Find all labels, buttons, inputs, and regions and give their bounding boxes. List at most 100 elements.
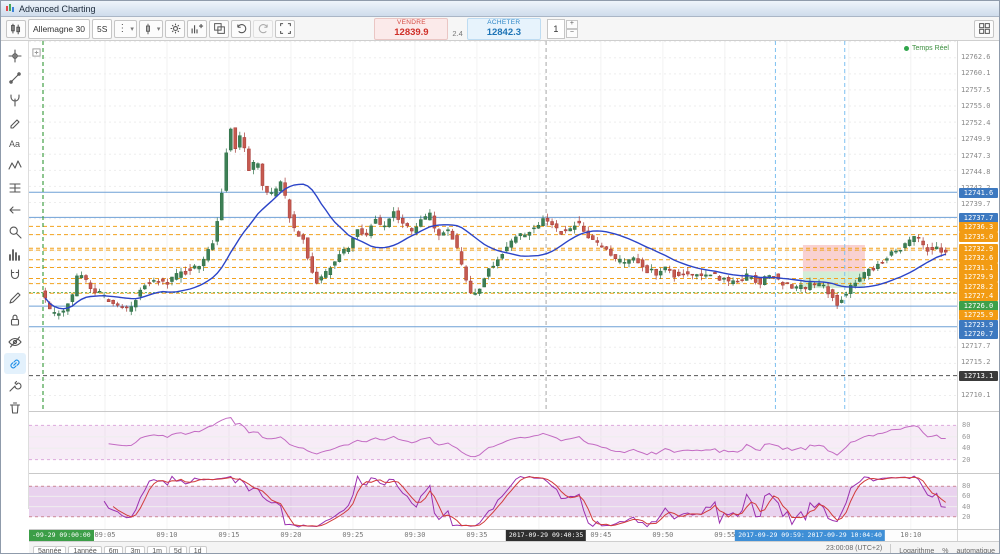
undo-button[interactable] [231,19,252,38]
quantity-value[interactable]: 1 [546,18,565,39]
stochastic-pane-row: 80 60 40 20 [29,473,999,529]
chart-style-button[interactable] [6,19,26,38]
gear-icon [170,23,181,34]
top-toolbar: Allemagne 30 5S ⋮ ▾ ▾ VENDRE 12839.9 2.4… [1,17,999,41]
scale-option-logarithme[interactable]: Logarithme [899,548,934,554]
crosshair-tool-icon [7,48,22,63]
range-button-1d[interactable]: 1d [188,545,207,553]
settings-button[interactable] [165,19,186,38]
pitchfork-tool[interactable] [4,89,26,110]
price-tick: 12747.3 [961,151,991,160]
zoom-tool[interactable] [4,221,26,242]
text-tool[interactable]: Aa [4,133,26,154]
interval-select[interactable]: 5S [91,18,113,39]
hide-drawings-tool-icon [7,335,22,348]
title-bar[interactable]: Advanced Charting [1,1,999,17]
price-label: 12737.7 [959,212,998,223]
brush-tool[interactable] [4,111,26,132]
grid-layout-icon [978,23,990,34]
quantity-decrease-button[interactable]: − [565,28,578,38]
lock-tool[interactable] [4,309,26,330]
scale-option-automatique[interactable]: automatique [956,548,995,554]
price-label: 12741.6 [959,187,998,198]
time-axis-row: 09:0509:1009:1509:2009:2509:3009:3509:40… [29,529,999,541]
rsi-pane[interactable] [29,412,957,473]
realtime-legend: Temps Réel [904,45,949,52]
arrow-tool[interactable] [4,199,26,220]
price-label: 12726.0 [959,300,998,311]
scale-options: Logarithme% automatique [891,540,995,554]
buy-button[interactable]: ACHETER 12842.3 [466,17,541,40]
price-label: 12727.4 [959,291,998,302]
price-label: 12736.3 [959,222,998,233]
quantity-increase-button[interactable]: + [565,19,578,29]
price-label: 12713.1 [959,371,998,382]
expand-pane-icon[interactable] [32,44,41,62]
price-chart[interactable]: Temps Réel [29,41,957,411]
indicators-icon [191,24,204,34]
range-button-3m[interactable]: 3m [125,545,146,553]
indicators-button[interactable] [187,19,208,38]
compare-icon [214,23,225,34]
price-label: 12720.7 [959,329,998,340]
compare-button[interactable] [209,19,230,38]
measure-tool[interactable] [4,243,26,264]
range-button-5année[interactable]: 5année [33,545,67,553]
price-tick: 12755.0 [961,101,991,110]
redo-button[interactable] [253,19,274,38]
range-button-5d[interactable]: 5d [168,545,187,553]
drawing-toolbar: Aa [1,41,29,509]
time-axis[interactable]: 09:0509:1009:1509:2009:2509:3009:3509:40… [29,530,957,541]
range-button-1m[interactable]: 1m [147,545,167,553]
hide-drawings-tool[interactable] [4,331,26,352]
crosshair-tool[interactable] [4,45,26,66]
stochastic-scale[interactable]: 80 60 40 20 [957,474,999,529]
sell-label: VENDRE [396,19,426,26]
magnet-tool[interactable] [4,265,26,286]
time-label: 09:35 [466,531,488,539]
tools-tool[interactable] [4,375,26,396]
scale-option-percent[interactable]: % [942,548,948,554]
rsi-scale[interactable]: 80 60 40 20 [957,412,999,473]
chevron-down-icon: ▾ [156,25,161,33]
advanced-charting-window: Advanced Charting Allemagne 30 5S ⋮▾ ▾ [0,0,1000,554]
candlestick-icon [11,23,21,34]
fib-levels-tool[interactable] [4,177,26,198]
chart-body: Aa Temps Réel 12762.6 12760.1 12757.5 12755… [1,41,999,553]
time-label: 09:55 [714,531,736,539]
stochastic-pane[interactable] [29,474,957,529]
trash-tool-icon [9,401,20,414]
range-button-1année[interactable]: 1année [68,545,102,553]
lock-tool-icon [10,314,19,326]
chart-column: Temps Réel 12762.6 12760.1 12757.5 12755.0 1… [29,41,999,553]
trendline-tool[interactable] [4,67,26,88]
sell-button[interactable]: VENDRE 12839.9 [374,17,449,40]
link-charts-tool[interactable] [3,353,26,374]
time-label: 09:10 [156,531,178,539]
chart-menu-button[interactable]: ⋮ ▾ [114,19,137,38]
price-label: 12728.2 [959,281,998,292]
elliott-wave-tool-icon [7,159,22,170]
range-button-6m[interactable]: 6m [103,545,124,553]
time-stamp: -09-29 09:00:00 [29,530,94,541]
price-label: 12732.6 [959,253,998,264]
chevron-down-icon: ▾ [130,25,134,33]
price-tick: 12749.9 [961,134,991,143]
time-label: 09:05 [94,531,116,539]
pencil-tool[interactable] [4,287,26,308]
zoom-tool-icon [9,226,22,239]
price-scale[interactable]: 12762.6 12760.1 12757.5 12755.0 12752.4 12749… [957,41,999,411]
elliott-wave-tool[interactable] [4,155,26,176]
indicator-tick: 40 [962,502,971,511]
kebab-icon: ⋮ [117,23,128,34]
fullscreen-button[interactable] [275,19,296,38]
symbol-select[interactable]: Allemagne 30 [28,18,90,39]
layout-button[interactable] [974,19,994,38]
price-tick: 12752.4 [961,118,991,127]
brush-tool-icon [9,118,20,129]
trash-tool[interactable] [4,397,26,418]
price-tick: 12739.7 [961,200,991,209]
series-type-button[interactable]: ▾ [138,19,164,38]
indicator-tick: 20 [962,512,971,521]
indicator-tick: 80 [962,421,971,430]
